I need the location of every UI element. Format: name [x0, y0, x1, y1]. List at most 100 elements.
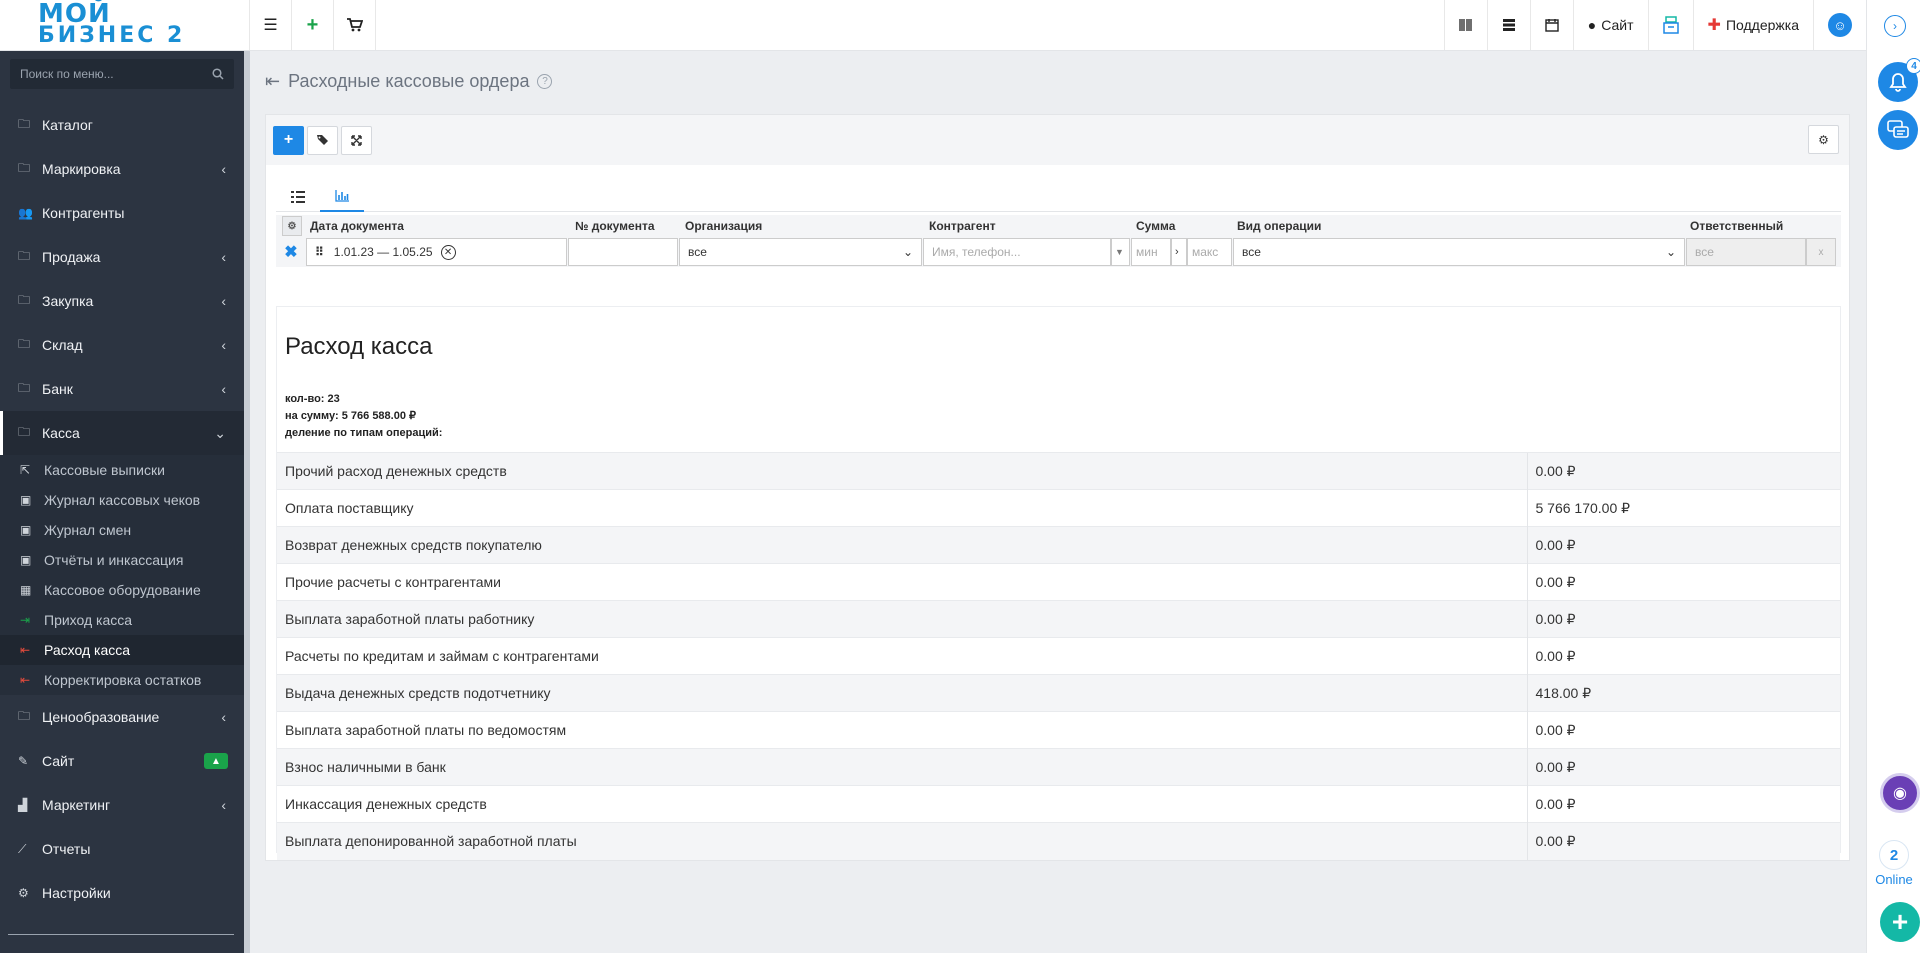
bell-icon: ▲ — [204, 753, 228, 769]
calendar-grid-icon: ⠿ — [315, 245, 324, 259]
sidebar-item-pricing[interactable]: 🗀 Ценообразование ‹ — [0, 695, 244, 739]
sidebar-item-marketing[interactable]: ▟ Маркетинг ‹ — [0, 783, 244, 827]
calendar-button[interactable] — [1529, 0, 1573, 50]
contractor-dropdown-button[interactable]: ▼ — [1111, 238, 1130, 266]
header-op-type: Вид операции — [1237, 219, 1322, 233]
sidebar-item-reports[interactable]: ⟋ Отчеты — [0, 827, 244, 871]
table-row: Прочие расчеты с контрагентами 0.00 ₽ — [277, 563, 1840, 601]
accessibility-eye-button[interactable]: ◉ — [1880, 773, 1920, 813]
responsible-clear-button[interactable]: x — [1806, 238, 1836, 266]
folder-icon: 🗀 — [18, 424, 31, 439]
folder-icon: 🗀 — [18, 336, 31, 351]
chevron-left-icon: ‹ — [221, 337, 226, 353]
chevron-down-icon: ⌄ — [214, 424, 226, 441]
sidebar-subitem-cash-expense[interactable]: ⇤ Расход касса — [0, 635, 244, 665]
clear-date-icon[interactable]: ✕ — [440, 244, 456, 260]
sum-min-field[interactable]: мин — [1131, 238, 1171, 266]
support-link[interactable]: ✚ Поддержка — [1692, 0, 1813, 50]
sidebar-item-cash[interactable]: 🗀 Касса ⌄ — [0, 411, 244, 455]
tags-button[interactable] — [307, 125, 338, 155]
sum-separator: › — [1171, 238, 1187, 266]
fullscreen-button[interactable] — [341, 125, 372, 155]
clear-icon: x — [1818, 246, 1824, 258]
sidebar-item-label: Отчеты — [42, 841, 91, 857]
column-settings-button[interactable]: ⚙ — [282, 216, 302, 236]
sidebar-subitem-balance-correction[interactable]: ⇤ Корректировка остатков — [0, 665, 244, 695]
org-select[interactable]: все ⌄ — [679, 238, 922, 266]
sign-out-icon: ⇤ — [265, 71, 281, 91]
magic-icon: ✎ — [18, 754, 29, 768]
user-menu[interactable]: ☺ — [1813, 0, 1866, 50]
quick-add-button[interactable]: + — [292, 0, 334, 50]
sidebar-item-site[interactable]: ✎ Сайт ▲ — [0, 739, 244, 783]
sidebar-search-input[interactable]: Поиск по меню... — [10, 59, 234, 89]
logo-line-2: БИЗНЕС 2 — [38, 23, 186, 48]
server-button[interactable] — [1486, 0, 1530, 50]
operation-type-cell: Оплата поставщику — [277, 489, 1527, 527]
sidebar-search-placeholder: Поиск по меню... — [20, 67, 114, 81]
notification-count-badge: 4 — [1906, 58, 1920, 74]
floating-add-button[interactable]: + — [1880, 902, 1920, 942]
sidebar-subitem-cash-income[interactable]: ⇥ Приход касса — [0, 605, 244, 635]
sidebar-subitem-receipts-journal[interactable]: ▣ Журнал кассовых чеков — [0, 485, 244, 515]
notifications-button[interactable]: 4 — [1878, 58, 1920, 102]
cashbox-button[interactable] — [1647, 0, 1693, 50]
sidebar-item-label: Сайт — [42, 753, 75, 769]
header-contractor: Контрагент — [929, 219, 996, 233]
globe-icon: ● — [1587, 17, 1597, 33]
view-tabs — [276, 181, 1841, 212]
date-range-value: 1.01.23 — 1.05.25 — [333, 245, 433, 259]
sidebar-item-label: Маркировка — [42, 161, 121, 177]
sidebar-item-sales[interactable]: 🗀 Продажа ‹ — [0, 235, 244, 279]
report-title: Расход касса — [285, 333, 433, 360]
sidebar-subitem-cash-equipment[interactable]: ▦ Кассовое оборудование — [0, 575, 244, 605]
logo[interactable]: МОЙ БИЗНЕС 2 — [0, 0, 250, 50]
tab-chart-view[interactable] — [320, 181, 364, 212]
logo-line-1: МОЙ — [38, 0, 111, 29]
amount-cell: 418.00 ₽ — [1526, 674, 1840, 712]
op-type-select[interactable]: все ⌄ — [1233, 238, 1685, 266]
sidebar-item-settings[interactable]: ⚙ Настройки — [0, 871, 244, 915]
sidebar-subitem-cash-statements[interactable]: ⇱ Кассовые выписки — [0, 455, 244, 485]
sidebar-item-contractors[interactable]: 👥 Контрагенты — [0, 191, 244, 235]
help-icon[interactable]: ? — [537, 74, 553, 89]
settings-gears-button[interactable]: ⚙ — [1808, 125, 1839, 154]
eye-icon: ◉ — [1893, 785, 1907, 802]
menu-toggle-button[interactable]: ☰ — [250, 0, 292, 50]
collapse-right-rail-button[interactable]: › — [1884, 15, 1906, 37]
sidebar-subitem-reports-collection[interactable]: ▣ Отчёты и инкассация — [0, 545, 244, 575]
online-counter[interactable]: 2 Online — [1867, 840, 1920, 887]
table-row: Выплата заработной платы по ведомостям 0.… — [277, 711, 1840, 749]
chat-button[interactable] — [1878, 110, 1918, 150]
cart-button[interactable] — [334, 0, 376, 50]
plus-icon: + — [283, 131, 294, 148]
operation-type-cell: Выплата заработной платы работнику — [277, 600, 1527, 638]
tab-list-view[interactable] — [276, 181, 320, 212]
sidebar-subitem-shifts-journal[interactable]: ▣ Журнал смен — [0, 515, 244, 545]
barcode-button[interactable] — [1443, 0, 1487, 50]
sum-max-field[interactable]: макс — [1187, 238, 1232, 266]
document-number-field[interactable] — [568, 238, 678, 266]
sign-in-icon: ⇥ — [20, 613, 31, 627]
sidebar: Поиск по меню... 🗀 Каталог 🗀 Маркировка ‹ 👥… — [0, 51, 250, 953]
sidebar-item-catalog[interactable]: 🗀 Каталог — [0, 103, 244, 147]
clear-filters-button[interactable]: ✖ — [276, 242, 306, 262]
contractor-search-input[interactable]: Имя, телефон... — [923, 238, 1111, 266]
sum-max-placeholder: макс — [1192, 245, 1219, 259]
filter-headers: ⚙ Дата документа № документа Организация… — [276, 215, 1841, 237]
date-range-input[interactable]: ⠿ 1.01.23 — 1.05.25 ✕ — [306, 238, 567, 266]
tags-icon — [317, 135, 328, 145]
chevron-left-icon: ‹ — [221, 797, 226, 813]
sidebar-item-purchase[interactable]: 🗀 Закупка ‹ — [0, 279, 244, 323]
money-icon: ▣ — [20, 523, 32, 537]
user-avatar-icon: ☺ — [1828, 13, 1852, 37]
responsible-field: все — [1686, 238, 1806, 266]
table-row: Расчеты по кредитам и займам с контраген… — [277, 637, 1840, 675]
sidebar-item-bank[interactable]: 🗀 Банк ‹ — [0, 367, 244, 411]
bar-chart-icon — [335, 189, 349, 202]
sidebar-item-warehouse[interactable]: 🗀 Склад ‹ — [0, 323, 244, 367]
main-content: ⇤ Расходные кассовые ордера ? + ⚙ ⚙ Дата… — [250, 51, 1866, 953]
add-document-button[interactable]: + — [273, 125, 304, 155]
site-link[interactable]: ● Сайт — [1572, 0, 1648, 50]
sidebar-item-marking[interactable]: 🗀 Маркировка ‹ — [0, 147, 244, 191]
